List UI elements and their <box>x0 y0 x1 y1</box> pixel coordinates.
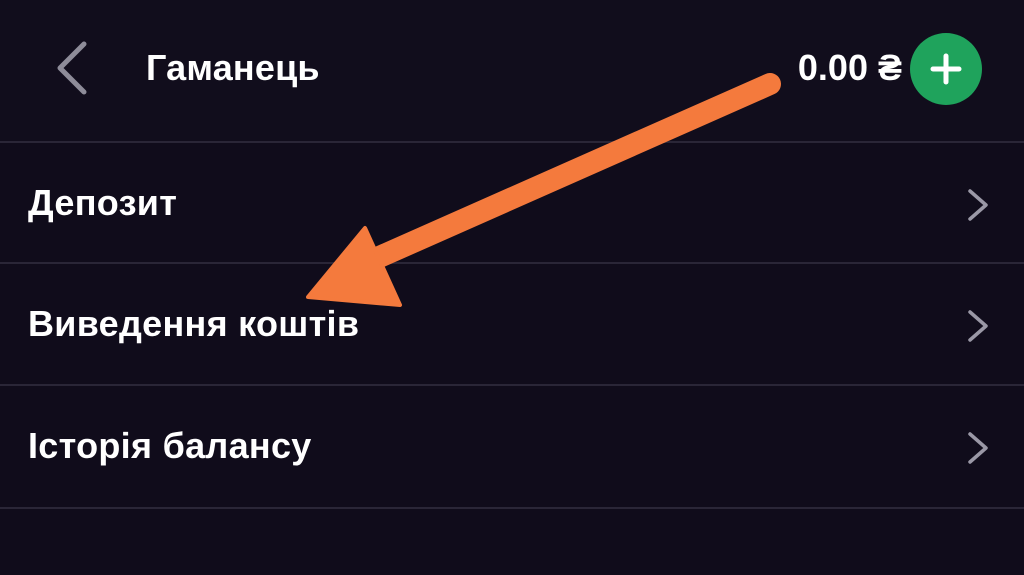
menu-item-label: Історія балансу <box>28 425 312 466</box>
menu-item-deposit[interactable]: Депозит <box>0 143 1024 263</box>
chevron-right-icon <box>968 189 988 221</box>
balance-amount: 0.00 ₴ <box>797 47 902 88</box>
chevron-right-icon <box>968 310 988 342</box>
app-header: Гаманець 0.00 ₴ <box>0 0 1024 142</box>
chevron-right-icon <box>968 432 988 464</box>
menu-item-label: Депозит <box>28 182 178 223</box>
chevron-left-icon <box>57 41 87 95</box>
page-title: Гаманець <box>146 47 320 88</box>
menu-item-withdraw[interactable]: Виведення коштів <box>0 264 1024 384</box>
add-funds-button[interactable] <box>910 33 982 105</box>
menu-item-label: Виведення коштів <box>28 303 360 344</box>
menu-item-balance-history[interactable]: Історія балансу <box>0 386 1024 506</box>
plus-icon <box>930 53 962 85</box>
back-button[interactable] <box>50 38 94 98</box>
divider <box>0 507 1024 509</box>
